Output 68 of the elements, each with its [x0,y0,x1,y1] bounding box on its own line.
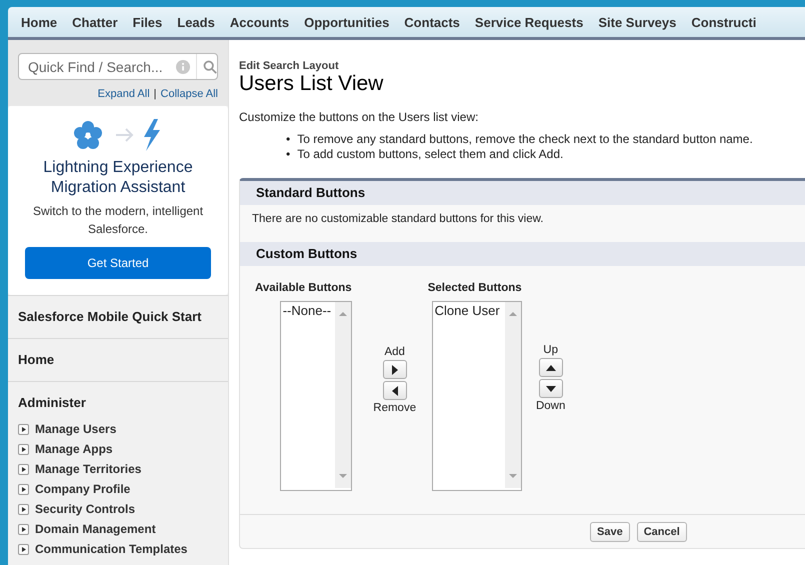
nav-tab[interactable]: Home [15,14,64,30]
expand-icon[interactable] [18,524,29,534]
page-title: Users List View [239,72,384,96]
nav-tab[interactable]: Accounts [224,14,296,30]
empty-message: There are no customizable standard buttons for this view. [251,212,544,227]
form-button[interactable]: Cancel [636,522,687,542]
move-down-button[interactable] [538,379,563,398]
intro-text: Customize the buttons on the Users list view: [239,110,480,124]
scrollbar[interactable] [504,302,521,488]
left-triangle-icon [392,386,398,396]
expand-icon[interactable] [18,504,29,514]
nav-tab[interactable]: Service Requests [468,14,590,30]
sidebar-item[interactable]: Manage Territories [35,462,142,476]
instruction-item: To add custom buttons, select them and click Add. [297,147,564,162]
breadcrumb: Edit Search Layout [239,60,340,72]
collapse-all-link[interactable]: Collapse All [160,88,218,100]
quick-find-field[interactable]: Quick Find / Search... [18,53,218,80]
search-icon[interactable] [202,58,217,74]
link-separator: | [154,88,157,100]
available-buttons-list[interactable]: --None-- [280,301,352,491]
info-icon [176,58,190,74]
down-label: Down [536,400,566,412]
down-triangle-icon [546,386,556,392]
get-started-button[interactable]: Get Started [25,247,211,279]
remove-button[interactable] [382,381,407,400]
scrollbar[interactable] [334,302,351,488]
nav-tab[interactable]: Site Surveys [592,14,682,30]
sidebar-section-title[interactable]: Salesforce Mobile Quick Start [18,296,218,338]
nav-tab[interactable]: Chatter [66,14,124,30]
nav-tab[interactable]: Contacts [398,14,466,30]
sidebar-item[interactable]: Domain Management [35,522,156,536]
promo-title: Lightning Experience Migration Assistant [42,158,194,198]
sidebar-item[interactable]: Communication Templates [35,542,188,556]
bullet-marker: • [286,132,290,147]
expand-icon[interactable] [18,464,29,474]
sidebar-item[interactable]: Security Controls [35,502,136,516]
list-option[interactable]: --None-- [282,303,333,318]
up-triangle-icon [546,364,556,370]
list-label: Selected Buttons [428,282,522,294]
add-button[interactable] [382,360,407,379]
nav-tab[interactable]: Opportunities [298,14,396,30]
expand-icon[interactable] [18,544,29,554]
nav-tab[interactable]: Leads [171,14,221,30]
sidebar-item[interactable]: Manage Users [35,422,116,436]
form-button[interactable]: Save [590,522,630,542]
right-triangle-icon [392,364,398,374]
bullet-marker: • [286,147,290,162]
expand-icon[interactable] [18,484,29,494]
promo-text: Switch to the modern, intelligent Salesforce. [32,203,204,238]
section-title: Custom Buttons [256,246,358,261]
sidebar-section-title[interactable]: Home [18,339,218,381]
list-label: Available Buttons [255,282,352,294]
expand-icon[interactable] [18,424,29,434]
move-up-button[interactable] [538,358,563,377]
nav-tab[interactable]: Constructi [685,14,762,30]
expand-all-link[interactable]: Expand All [98,88,150,100]
sidebar-item[interactable]: Company Profile [35,482,130,496]
instruction-item: To remove any standard buttons, remove the check next to the standard button name. [297,132,753,147]
expand-icon[interactable] [18,444,29,454]
list-option[interactable]: Clone User [434,303,503,318]
sidebar-section-title[interactable]: Administer [18,382,218,419]
selected-buttons-list[interactable]: Clone User [432,301,522,491]
up-label: Up [543,344,558,356]
section-title: Standard Buttons [256,185,366,200]
add-label: Add [384,346,405,358]
nav-tab[interactable]: Files [126,14,168,30]
sidebar-item[interactable]: Manage Apps [35,442,113,456]
remove-label: Remove [373,402,416,414]
